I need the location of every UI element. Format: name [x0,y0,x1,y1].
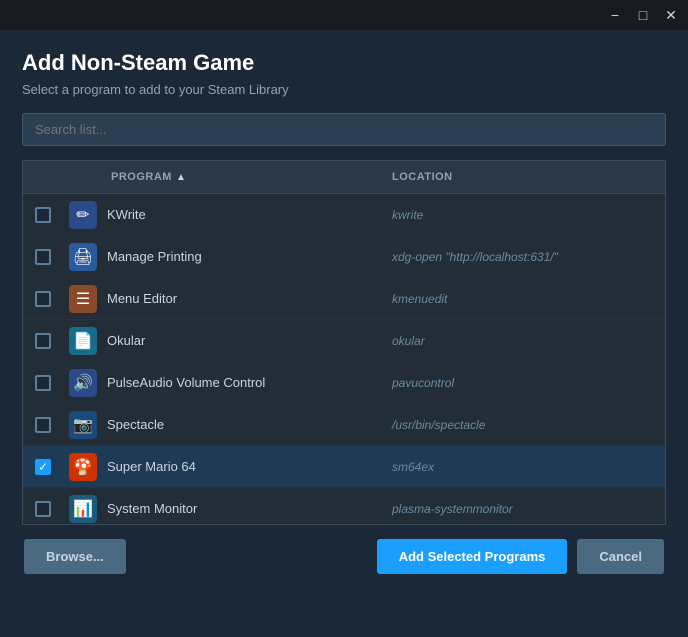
add-selected-button[interactable]: Add Selected Programs [377,539,568,574]
row-checkbox-cell [23,417,63,433]
app-icon: 📷 [69,411,97,439]
row-checkbox-cell [23,501,63,517]
row-name: Menu Editor [103,283,384,314]
maximize-button[interactable]: □ [630,4,656,26]
row-location: sm64ex [384,452,665,482]
row-checkbox-cell [23,291,63,307]
row-checkbox[interactable] [35,501,51,517]
row-location: kmenuedit [384,284,665,314]
row-name: PulseAudio Volume Control [103,367,384,398]
row-checkbox[interactable] [35,207,51,223]
program-table: PROGRAM ▲ LOCATION ✏ KWrite kwrite [22,160,666,525]
row-checkbox[interactable] [35,291,51,307]
row-name: Super Mario 64 [103,451,384,482]
row-location: plasma-systemmonitor [384,494,665,524]
row-checkbox[interactable] [35,375,51,391]
app-icon: 📊 [69,495,97,523]
row-checkbox-cell [23,333,63,349]
app-icon: ✏ [69,201,97,229]
table-row[interactable]: 🖨 Manage Printing xdg-open "http://local… [23,236,665,278]
table-row[interactable]: ✓ 🍄 Super Mario 64 sm64ex [23,446,665,488]
col-location: LOCATION [384,161,665,193]
table-header: PROGRAM ▲ LOCATION [23,161,665,194]
minimize-button[interactable]: − [602,4,628,26]
row-location: okular [384,326,665,356]
row-checkbox[interactable] [35,249,51,265]
app-icon: 📄 [69,327,97,355]
row-name: System Monitor [103,493,384,524]
col-check [23,161,63,193]
app-icon: 🔊 [69,369,97,397]
table-row[interactable]: 📄 Okular okular [23,320,665,362]
row-icon-cell: 📊 [63,495,103,523]
dialog-subtitle: Select a program to add to your Steam Li… [22,82,666,97]
sort-arrow-icon: ▲ [176,172,186,183]
row-icon-cell: ✏ [63,201,103,229]
table-row[interactable]: ✏ KWrite kwrite [23,194,665,236]
row-location: xdg-open "http://localhost:631/" [384,242,665,272]
row-icon-cell: 🍄 [63,453,103,481]
row-location: /usr/bin/spectacle [384,410,665,440]
row-icon-cell: ☰ [63,285,103,313]
app-icon: ☰ [69,285,97,313]
row-icon-cell: 📄 [63,327,103,355]
row-icon-cell: 🖨 [63,243,103,271]
row-name: KWrite [103,199,384,230]
row-icon-cell: 📷 [63,411,103,439]
table-row[interactable]: 📷 Spectacle /usr/bin/spectacle [23,404,665,446]
close-button[interactable]: ✕ [658,4,684,26]
app-icon: 🖨 [69,243,97,271]
row-name: Okular [103,325,384,356]
footer: Browse... Add Selected Programs Cancel [22,539,666,574]
app-icon: 🍄 [69,453,97,481]
row-checkbox-cell [23,249,63,265]
dialog: Add Non-Steam Game Select a program to a… [0,30,688,590]
row-checkbox[interactable]: ✓ [35,459,51,475]
row-checkbox[interactable] [35,417,51,433]
cancel-button[interactable]: Cancel [577,539,664,574]
search-input[interactable] [22,113,666,146]
col-icon [63,161,103,193]
row-name: Spectacle [103,409,384,440]
browse-button[interactable]: Browse... [24,539,126,574]
row-location: kwrite [384,200,665,230]
col-program: PROGRAM ▲ [103,161,384,193]
table-body: ✏ KWrite kwrite 🖨 Manage Printing xdg-op… [23,194,665,525]
title-bar: − □ ✕ [0,0,688,30]
footer-right: Add Selected Programs Cancel [377,539,664,574]
row-icon-cell: 🔊 [63,369,103,397]
dialog-title: Add Non-Steam Game [22,50,666,76]
row-checkbox-cell: ✓ [23,459,63,475]
table-row[interactable]: 📊 System Monitor plasma-systemmonitor [23,488,665,525]
row-location: pavucontrol [384,368,665,398]
table-row[interactable]: ☰ Menu Editor kmenuedit [23,278,665,320]
table-row[interactable]: 🔊 PulseAudio Volume Control pavucontrol [23,362,665,404]
row-checkbox-cell [23,207,63,223]
row-checkbox[interactable] [35,333,51,349]
row-name: Manage Printing [103,241,384,272]
row-checkbox-cell [23,375,63,391]
